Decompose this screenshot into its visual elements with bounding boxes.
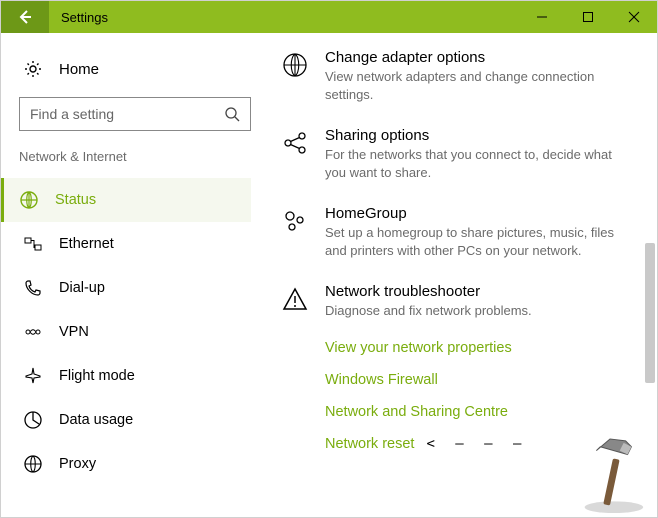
nav-label: Flight mode xyxy=(59,368,135,384)
link-list: View your network properties Windows Fir… xyxy=(325,340,629,452)
nav-label: Dial-up xyxy=(59,280,105,296)
option-title: Network troubleshooter xyxy=(325,283,532,300)
section-title: Network & Internet xyxy=(19,149,251,164)
maximize-button[interactable] xyxy=(565,1,611,33)
nav-label: Data usage xyxy=(59,412,133,428)
option-desc: View network adapters and change connect… xyxy=(325,68,629,103)
nav-label: Ethernet xyxy=(59,236,114,252)
globe-icon xyxy=(23,454,43,474)
sidebar-item-flightmode[interactable]: Flight mode xyxy=(19,354,251,398)
search-input[interactable]: Find a setting xyxy=(19,97,251,131)
option-title: Sharing options xyxy=(325,127,629,144)
nav-label: VPN xyxy=(59,324,89,340)
share-icon xyxy=(281,129,309,157)
home-nav[interactable]: Home xyxy=(19,51,251,97)
airplane-icon xyxy=(23,366,43,386)
vpn-icon xyxy=(23,322,43,342)
link-windows-firewall[interactable]: Windows Firewall xyxy=(325,372,629,388)
home-label: Home xyxy=(59,61,99,78)
window-title: Settings xyxy=(49,1,519,33)
option-sharing[interactable]: Sharing options For the networks that yo… xyxy=(281,127,629,181)
warning-icon xyxy=(281,285,309,313)
link-network-sharing-centre[interactable]: Network and Sharing Centre xyxy=(325,404,629,420)
content-area: Home Find a setting Network & Internet S… xyxy=(1,33,657,517)
option-desc: Set up a homegroup to share pictures, mu… xyxy=(325,224,629,259)
link-network-reset[interactable]: Network reset xyxy=(325,436,414,452)
sidebar-item-status[interactable]: Status xyxy=(1,178,251,222)
nav-label: Proxy xyxy=(59,456,96,472)
phone-icon xyxy=(23,278,43,298)
sidebar: Home Find a setting Network & Internet S… xyxy=(1,33,269,517)
sidebar-item-vpn[interactable]: VPN xyxy=(19,310,251,354)
sidebar-item-proxy[interactable]: Proxy xyxy=(19,442,251,486)
sidebar-item-datausage[interactable]: Data usage xyxy=(19,398,251,442)
globe-icon xyxy=(281,51,309,79)
gear-icon xyxy=(23,59,43,79)
option-title: Change adapter options xyxy=(325,49,629,66)
option-homegroup[interactable]: HomeGroup Set up a homegroup to share pi… xyxy=(281,205,629,259)
option-desc: Diagnose and fix network problems. xyxy=(325,302,532,320)
status-icon xyxy=(19,190,39,210)
option-title: HomeGroup xyxy=(325,205,629,222)
nav-list: Status Ethernet Dial-up VPN Flight mode … xyxy=(19,178,251,486)
sidebar-item-dialup[interactable]: Dial-up xyxy=(19,266,251,310)
nav-label: Status xyxy=(55,192,96,208)
arrow-left-icon xyxy=(16,8,34,26)
homegroup-icon xyxy=(281,207,309,235)
search-icon xyxy=(224,106,240,122)
titlebar: Settings xyxy=(1,1,657,33)
option-adapter[interactable]: Change adapter options View network adap… xyxy=(281,49,629,103)
sidebar-item-ethernet[interactable]: Ethernet xyxy=(19,222,251,266)
main-panel: Change adapter options View network adap… xyxy=(269,33,657,517)
close-button[interactable] xyxy=(611,1,657,33)
scrollbar-thumb[interactable] xyxy=(645,243,655,383)
link-view-properties[interactable]: View your network properties xyxy=(325,340,629,356)
network-reset-row: Network reset < – – – xyxy=(325,436,629,452)
minimize-button[interactable] xyxy=(519,1,565,33)
annotation-arrow: < – – – xyxy=(426,436,527,452)
back-button[interactable] xyxy=(1,1,49,33)
search-placeholder: Find a setting xyxy=(30,106,114,122)
window-controls xyxy=(519,1,657,33)
option-desc: For the networks that you connect to, de… xyxy=(325,146,629,181)
option-troubleshooter[interactable]: Network troubleshooter Diagnose and fix … xyxy=(281,283,629,320)
data-icon xyxy=(23,410,43,430)
ethernet-icon xyxy=(23,234,43,254)
